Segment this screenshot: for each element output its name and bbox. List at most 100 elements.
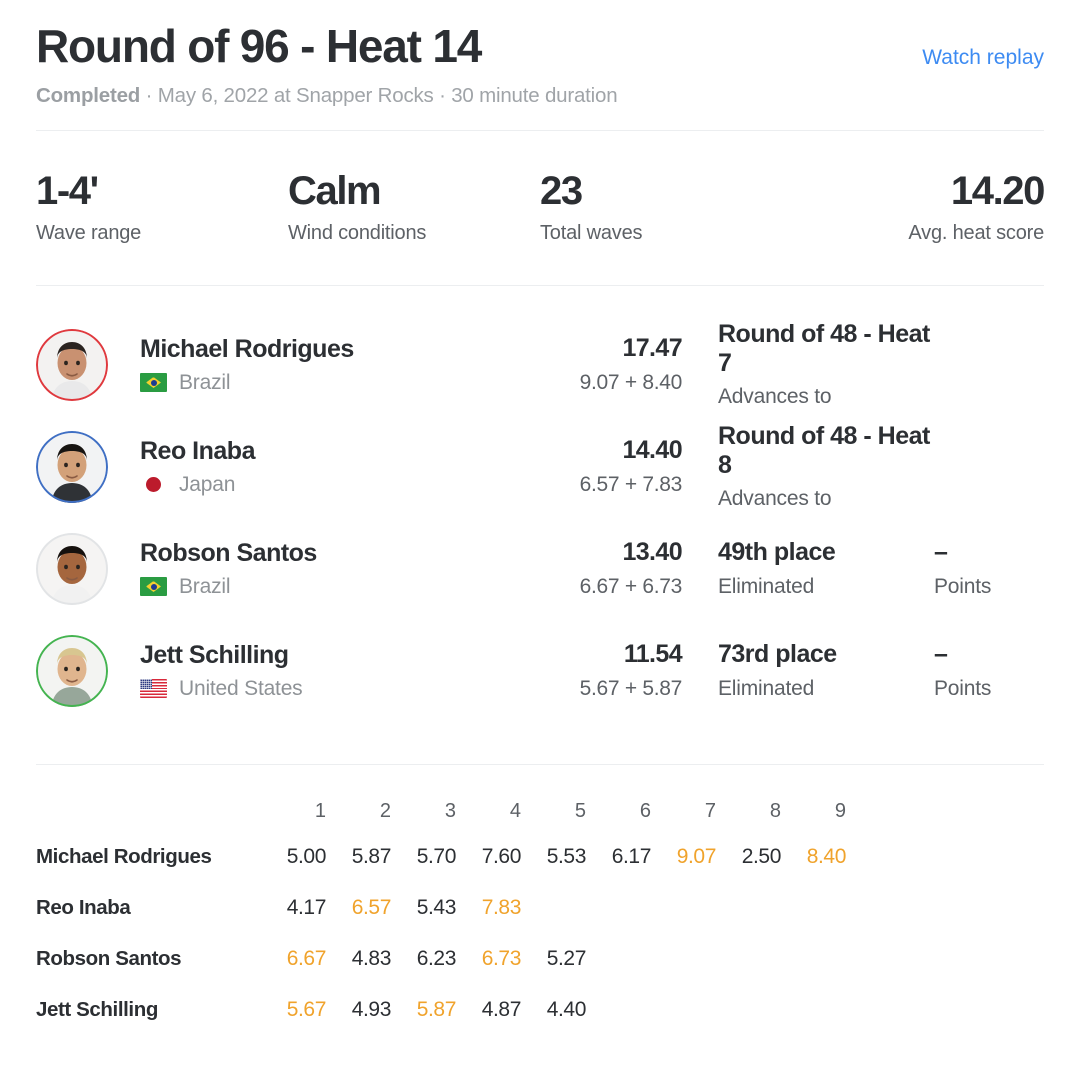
wave-column-header: 9 xyxy=(834,799,846,822)
stat-value: 1-4' xyxy=(36,168,99,213)
result-status: Eliminated xyxy=(718,575,815,599)
score-breakdown: 9.07 + 8.40 xyxy=(579,371,683,395)
flag-canton xyxy=(140,679,152,690)
heat-subtitle: Completed · May 6, 2022 at Snapper Rocks… xyxy=(36,84,1044,108)
heat-results-page: Round of 96 - Heat 14 Watch replay Compl… xyxy=(0,0,1080,1072)
wave-score: 7.60 xyxy=(481,844,522,868)
score-breakdown: 6.57 + 7.83 xyxy=(579,473,683,497)
result-title: Round of 48 - Heat 7 xyxy=(718,319,930,377)
athlete-points: –Points xyxy=(934,334,1044,395)
athlete-points: – Points xyxy=(934,640,1044,701)
wave-score-counting: 6.67 xyxy=(286,946,327,970)
score-breakdown: 6.67 + 6.73 xyxy=(579,575,683,599)
wave-grid: 1 2 3 4 5 6 7 8 9 Michael Rodrigues 5.00 5.87 5.70 7.… xyxy=(36,791,1044,1035)
wave-score: 4.40 xyxy=(546,997,587,1021)
avatar xyxy=(36,634,108,707)
wave-row-athlete: Michael Rodrigues xyxy=(36,844,212,868)
wave-score: 5.43 xyxy=(416,895,457,919)
status-badge: Completed xyxy=(36,83,141,107)
athlete-row[interactable]: Reo Inaba Japan 14.40 6.57 + 7.83 Round of 4… xyxy=(36,416,1044,518)
athlete-identity: Jett Schilling United States xyxy=(140,641,532,701)
wave-score-counting: 5.87 xyxy=(416,997,457,1021)
points-label: Points xyxy=(934,677,992,701)
wave-row-athlete: Jett Schilling xyxy=(36,997,158,1021)
wave-scores-table: 1 2 3 4 5 6 7 8 9 Michael Rodrigues 5.00 5.87 5.70 7.… xyxy=(36,765,1044,1035)
stat-wind-conditions: Calm Wind conditions xyxy=(288,169,540,245)
wave-score-counting: 9.07 xyxy=(676,844,717,868)
athlete-result: 73rd place Eliminated xyxy=(718,640,934,701)
athlete-row[interactable]: Michael Rodrigues Brazil 17.47 9.07 + 8.40 R… xyxy=(36,314,1044,416)
athlete-identity: Robson Santos Brazil xyxy=(140,539,532,599)
wave-score: 6.23 xyxy=(416,946,457,970)
avatar xyxy=(36,430,108,503)
wave-row-athlete: Reo Inaba xyxy=(36,895,131,919)
country-name: United States xyxy=(179,676,303,700)
athlete-country: Brazil xyxy=(140,575,532,599)
athlete-points: –Points xyxy=(934,436,1044,497)
wave-score-counting: 8.40 xyxy=(806,844,847,868)
brazil-flag xyxy=(140,577,167,597)
athlete-result: 49th place Eliminated xyxy=(718,538,934,599)
flag-globe xyxy=(150,583,157,590)
athlete-result: Round of 48 - Heat 7 Advances to xyxy=(718,320,934,410)
avatar-ring xyxy=(36,328,108,401)
wave-score: 2.50 xyxy=(741,844,782,868)
avatar-ring xyxy=(36,532,108,605)
wave-score: 6.17 xyxy=(611,844,652,868)
avatar xyxy=(36,532,108,605)
heat-score: 11.54 5.67 + 5.87 xyxy=(532,640,683,701)
result-status: Advances to xyxy=(718,487,832,511)
avatar-ring xyxy=(36,430,108,503)
stat-total-waves: 23 Total waves xyxy=(540,169,792,245)
result-title: 73rd place xyxy=(718,640,837,669)
athlete-result: Round of 48 - Heat 8 Advances to xyxy=(718,422,934,512)
wave-column-header: 8 xyxy=(769,799,781,822)
athlete-name: Jett Schilling xyxy=(140,640,289,669)
points-label: Points xyxy=(934,575,992,599)
stat-value: 14.20 xyxy=(950,168,1046,213)
athlete-row[interactable]: Robson Santos Brazil 13.40 6.67 + 6.73 49th … xyxy=(36,518,1044,620)
athlete-name: Reo Inaba xyxy=(140,436,255,465)
score-total: 11.54 xyxy=(623,640,683,669)
athlete-identity: Michael Rodrigues Brazil xyxy=(140,335,532,395)
wave-table-corner xyxy=(36,791,272,831)
heat-stats: 1-4' Wave range Calm Wind conditions 23 … xyxy=(36,131,1046,245)
athlete-row[interactable]: Jett Schilling United States 11.54 5.67 + 5… xyxy=(36,620,1044,722)
result-status: Advances to xyxy=(718,385,832,409)
wave-score-counting: 6.57 xyxy=(351,895,392,919)
wave-score: 4.83 xyxy=(351,946,392,970)
avatar xyxy=(36,328,108,401)
heat-meta: · May 6, 2022 at Snapper Rocks · 30 minu… xyxy=(140,83,618,107)
wave-score: 5.00 xyxy=(286,844,327,868)
wave-score-counting: 5.67 xyxy=(286,997,327,1021)
wave-score: 4.93 xyxy=(351,997,392,1021)
athlete-points: –Points xyxy=(934,538,1044,599)
wave-score: 4.87 xyxy=(481,997,522,1021)
result-title: 49th place xyxy=(718,538,836,567)
score-total: 14.40 xyxy=(622,436,682,465)
wave-column-header: 4 xyxy=(509,799,521,822)
watch-replay-link[interactable]: Watch replay xyxy=(922,46,1044,70)
country-name: Brazil xyxy=(179,370,231,394)
points-value: – xyxy=(934,640,948,669)
athlete-country: Brazil xyxy=(140,371,532,395)
score-total: 17.47 xyxy=(622,334,682,363)
stat-value: 23 xyxy=(540,168,583,213)
wave-score: 5.53 xyxy=(546,844,587,868)
heat-score: 17.47 9.07 + 8.40 xyxy=(532,334,683,395)
wave-column-header: 7 xyxy=(704,799,716,822)
wave-column-header: 1 xyxy=(314,799,326,822)
heat-score: 14.40 6.57 + 7.83 xyxy=(532,436,683,497)
athlete-name: Michael Rodrigues xyxy=(140,334,354,363)
wave-score: 5.27 xyxy=(546,946,587,970)
stat-label: Wind conditions xyxy=(288,221,427,244)
wave-score: 5.70 xyxy=(416,844,457,868)
avatar-ring xyxy=(36,634,108,707)
stat-label: Wave range xyxy=(36,221,142,244)
wave-column-header: 2 xyxy=(379,799,391,822)
result-status: Eliminated xyxy=(718,677,815,701)
athlete-list: Michael Rodrigues Brazil 17.47 9.07 + 8.40 R… xyxy=(36,286,1044,722)
stat-label: Avg. heat score xyxy=(908,221,1044,244)
wave-column-header: 5 xyxy=(574,799,586,822)
heat-score: 13.40 6.67 + 6.73 xyxy=(532,538,683,599)
